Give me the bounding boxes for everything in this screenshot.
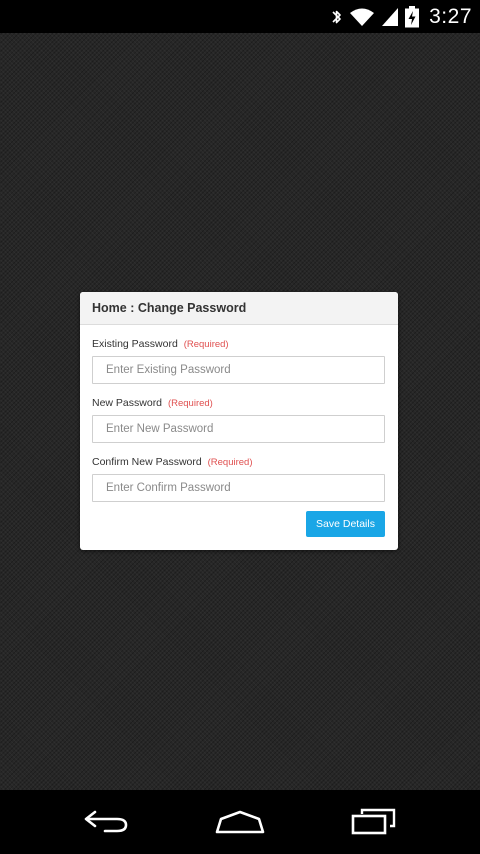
required-indicator: (Required) — [183, 339, 229, 350]
new-password-label: New Password (Required) — [92, 396, 386, 410]
recent-apps-button[interactable] — [342, 806, 406, 838]
back-button[interactable] — [75, 806, 139, 838]
status-icons: 3:27 — [331, 0, 472, 33]
confirm-password-input[interactable] — [92, 474, 385, 502]
existing-password-label: Existing Password (Required) — [92, 337, 386, 351]
confirm-password-label-text: Confirm New Password — [92, 456, 202, 468]
navigation-bar — [0, 790, 480, 854]
status-time: 3:27 — [429, 4, 472, 28]
new-password-input[interactable] — [92, 415, 385, 443]
change-password-form: Existing Password (Required) New Passwor… — [80, 337, 398, 502]
existing-password-label-text: Existing Password — [92, 338, 178, 350]
bluetooth-icon — [331, 7, 343, 27]
change-password-dialog: Home : Change Password Existing Password… — [80, 292, 398, 550]
confirm-password-label: Confirm New Password (Required) — [92, 455, 386, 469]
recent-apps-icon — [350, 808, 398, 836]
required-indicator: (Required) — [207, 457, 253, 468]
signal-icon — [381, 7, 399, 27]
dialog-actions: Save Details — [306, 511, 385, 537]
battery-charging-icon — [405, 5, 420, 28]
home-icon — [214, 808, 266, 836]
wifi-icon — [349, 7, 375, 27]
dialog-title: Home : Change Password — [80, 292, 398, 325]
new-password-label-text: New Password — [92, 397, 163, 409]
save-details-button[interactable]: Save Details — [306, 511, 385, 537]
home-button[interactable] — [208, 806, 272, 838]
back-icon — [83, 808, 131, 836]
existing-password-input[interactable] — [92, 356, 385, 384]
status-bar: 3:27 — [0, 0, 480, 33]
required-indicator: (Required) — [167, 398, 213, 409]
